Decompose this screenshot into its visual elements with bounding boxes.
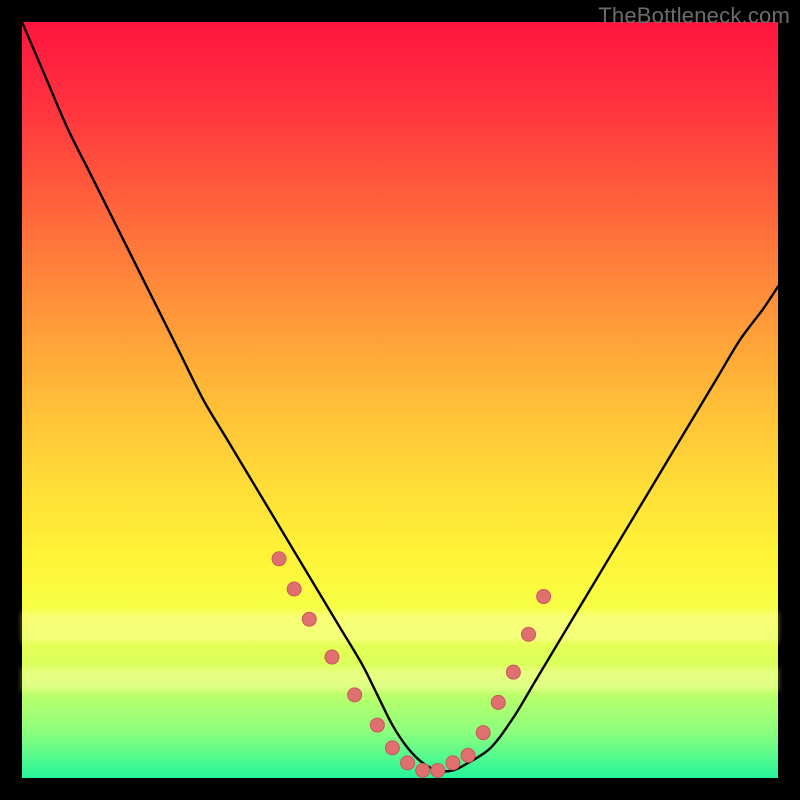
marker-point: [272, 552, 286, 566]
marker-point: [348, 688, 362, 702]
marker-point: [302, 612, 316, 626]
watermark-text: TheBottleneck.com: [598, 3, 790, 29]
marker-point: [476, 726, 490, 740]
marker-point: [446, 756, 460, 770]
marker-point: [431, 763, 445, 777]
marker-point: [461, 748, 475, 762]
bottleneck-chart: [22, 22, 778, 778]
marker-point: [287, 582, 301, 596]
marker-point: [370, 718, 384, 732]
marker-point: [325, 650, 339, 664]
marker-point: [506, 665, 520, 679]
marker-point: [401, 756, 415, 770]
marker-point: [385, 741, 399, 755]
chart-frame: [22, 22, 778, 778]
marker-point: [416, 763, 430, 777]
marker-point: [522, 627, 536, 641]
marker-point: [537, 590, 551, 604]
curve-line: [22, 22, 778, 771]
marker-point: [491, 695, 505, 709]
